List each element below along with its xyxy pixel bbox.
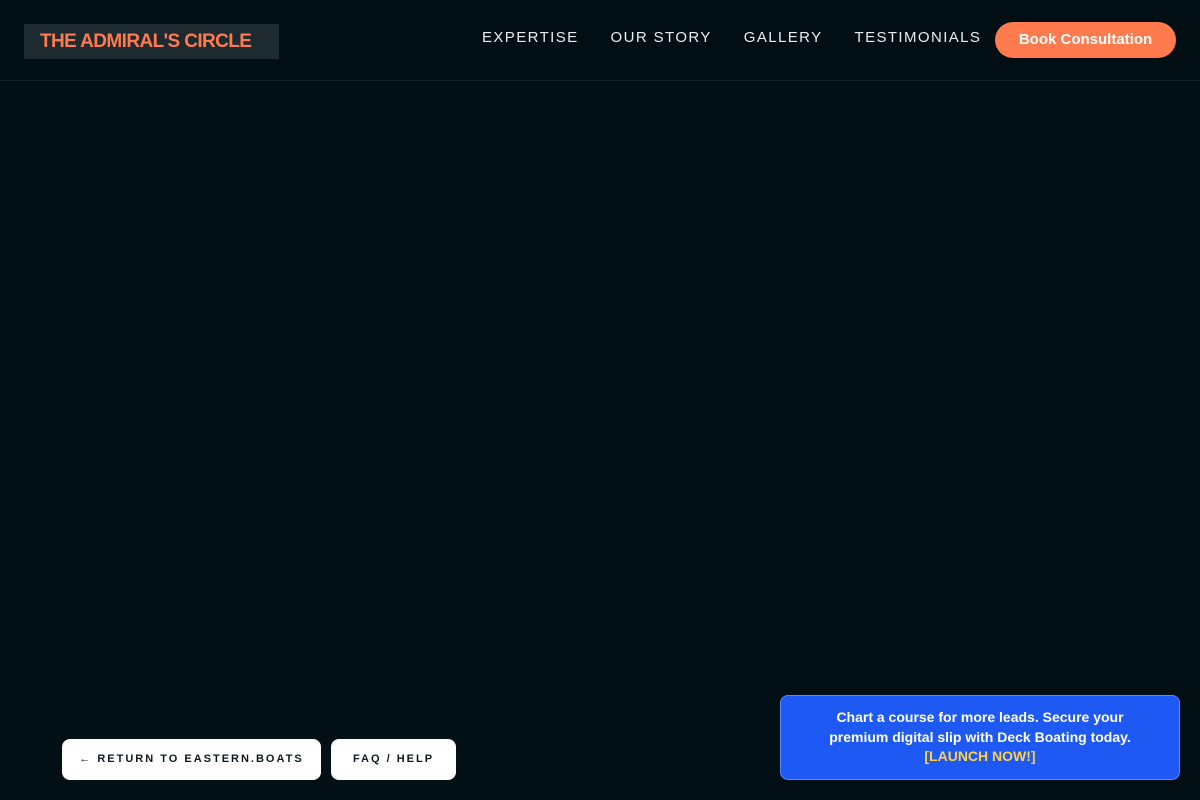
- nav-item-our-story[interactable]: OUR STORY: [611, 28, 712, 48]
- nav-item-expertise[interactable]: EXPERTISE: [482, 28, 579, 48]
- return-to-eastern-boats-button[interactable]: ← RETURN TO EASTERN.BOATS: [62, 739, 321, 780]
- faq-help-button[interactable]: FAQ / HELP: [331, 739, 456, 780]
- book-consultation-button[interactable]: Book Consultation: [995, 22, 1176, 58]
- site-header: THE ADMIRAL'S CIRCLE EXPERTISE OUR STORY…: [0, 0, 1200, 81]
- promo-banner: Chart a course for more leads. Secure yo…: [780, 695, 1180, 780]
- nav-item-gallery[interactable]: GALLERY: [744, 28, 823, 48]
- main-nav: EXPERTISE OUR STORY GALLERY TESTIMONIALS: [482, 28, 981, 48]
- nav-item-testimonials[interactable]: TESTIMONIALS: [855, 28, 982, 48]
- launch-now-link[interactable]: [LAUNCH NOW!]: [924, 747, 1035, 767]
- promo-text: Chart a course for more leads. Secure yo…: [829, 709, 1131, 745]
- page: THE ADMIRAL'S CIRCLE EXPERTISE OUR STORY…: [0, 0, 1200, 800]
- site-logo[interactable]: THE ADMIRAL'S CIRCLE: [24, 24, 279, 59]
